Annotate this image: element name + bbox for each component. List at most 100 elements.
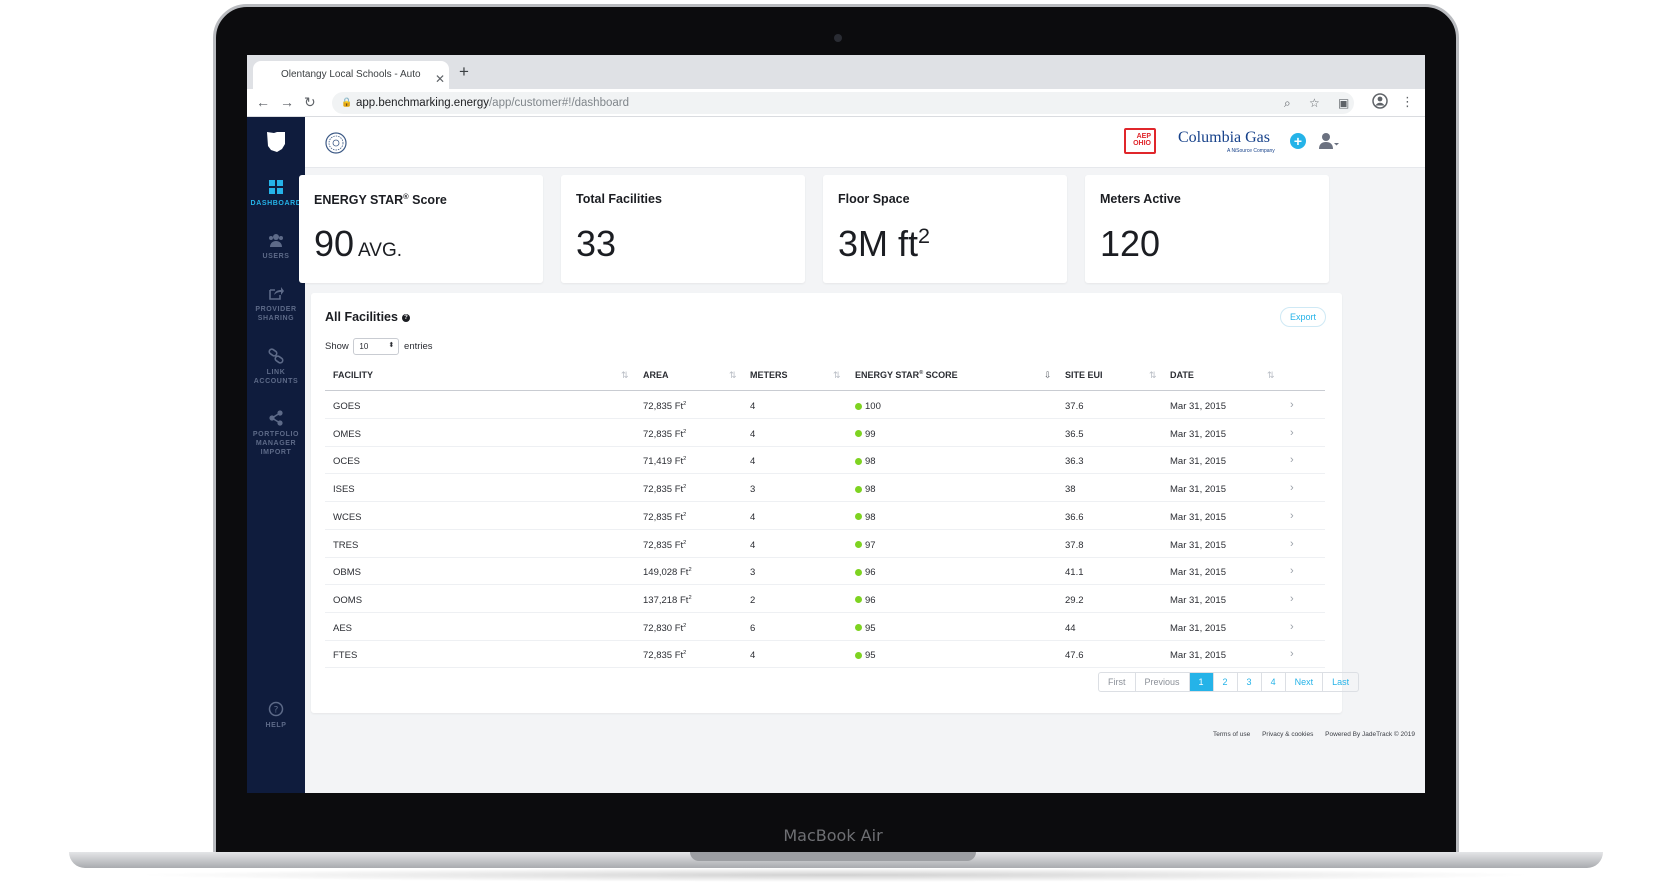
cell-facility: OBMS [333,567,361,579]
privacy-link[interactable]: Privacy & cookies [1262,731,1313,738]
stat-card-meters-active: Meters Active 120 [1085,175,1329,283]
page-button-next[interactable]: Next [1284,673,1323,691]
page-button-1[interactable]: 1 [1188,673,1213,691]
cell-facility: OOMS [333,594,363,606]
sort-icon[interactable]: ⇅ [833,370,841,381]
sort-icon[interactable]: ⇅ [1149,370,1157,381]
table-row[interactable]: AES 72,830 Ft2 6 95 44 Mar 31, 2015 › [325,613,1325,641]
back-arrow-icon[interactable]: ← [256,94,270,110]
bookmark-star-icon[interactable]: ☆ [1309,96,1320,110]
stat-value: 90 AVG. [314,223,403,264]
browser-tab[interactable]: Olentangy Local Schools - Auto ✕ [253,61,449,89]
sidebar-item-label: PORTFOLIO MANAGER IMPORT [252,431,300,456]
cell-site-eui: 38 [1065,484,1076,496]
sidebar-item-provider-sharing[interactable]: PROVIDER SHARING [247,285,305,323]
sidebar-item-label: PROVIDER SHARING [255,306,297,322]
profile-icon[interactable] [1372,93,1388,113]
sort-icon[interactable]: ⇅ [1267,370,1275,381]
table-row[interactable]: TRES 72,835 Ft2 4 97 37.8 Mar 31, 2015 › [325,530,1325,558]
stat-value: 3M ft2 [838,223,931,264]
cell-facility: GOES [333,401,361,412]
chevron-right-icon[interactable]: › [1290,427,1294,439]
chevron-right-icon[interactable]: › [1290,538,1294,550]
customer-seal-icon[interactable] [325,132,347,154]
share-nodes-icon [269,410,283,426]
entries-select[interactable]: 10 ⬍ [353,338,400,355]
cell-site-eui: 29.2 [1065,594,1084,606]
sidebar-item-portfolio-manager-import[interactable]: PORTFOLIO MANAGER IMPORT [247,410,305,457]
menu-kebab-icon[interactable]: ⋮ [1401,94,1414,110]
aep-ohio-logo[interactable]: AEP OHIO [1124,128,1156,154]
sort-icon[interactable]: ⇅ [621,370,629,381]
chevron-right-icon[interactable]: › [1290,648,1294,660]
page-button-4[interactable]: 4 [1260,673,1285,691]
footer-links: Terms of use Privacy & cookies Powered B… [1203,731,1415,738]
share-arrow-icon [269,287,284,300]
stat-title: Total Facilities [576,192,662,206]
page-button-last[interactable]: Last [1322,673,1358,691]
cell-date: Mar 31, 2015 [1170,650,1226,662]
pagination: First Previous 1 2 3 4 Next Last [1098,672,1360,692]
sidebar-item-dashboard[interactable]: DASHBOARD [247,179,305,208]
zoom-icon[interactable]: ⌕ [1284,96,1291,110]
table-row[interactable]: ISES 72,835 Ft2 3 98 38 Mar 31, 2015 › [325,474,1325,503]
column-header-meters[interactable]: METERS [750,370,788,380]
chevron-right-icon[interactable]: › [1290,621,1294,633]
new-tab-icon[interactable]: + [459,63,469,81]
column-header-site-eui[interactable]: SITE EUI [1065,370,1103,380]
tab-close-icon[interactable]: ✕ [435,73,445,85]
column-header-facility[interactable]: FACILITY [333,370,373,380]
cell-facility: AES [333,622,353,634]
sort-desc-icon[interactable]: ⇩ [1044,370,1052,381]
svg-text:?: ? [274,706,279,716]
camera-icon[interactable]: ▣ [1338,96,1349,110]
cell-energy-star-score: 95 [855,623,876,634]
stat-value: 33 [576,223,617,264]
add-provider-button[interactable]: + [1290,133,1306,149]
chevron-right-icon[interactable]: › [1290,565,1294,577]
forward-arrow-icon[interactable]: → [280,94,294,110]
cell-area: 72,835 Ft2 [643,511,687,523]
sidebar-item-users[interactable]: USERS [247,232,305,261]
chevron-right-icon[interactable]: › [1290,510,1294,522]
table-row[interactable]: FTES 72,835 Ft2 4 95 47.6 Mar 31, 2015 › [325,640,1325,669]
sidebar-item-help[interactable]: ? HELP [247,701,305,730]
table-row[interactable]: OCES 71,419 Ft2 4 98 36.3 Mar 31, 2015 › [325,446,1325,475]
user-menu-icon[interactable] [1317,130,1339,152]
chevron-right-icon[interactable]: › [1290,593,1294,605]
chevron-right-icon[interactable]: › [1290,454,1294,466]
table-row[interactable]: OBMS 149,028 Ft2 3 96 41.1 Mar 31, 2015 › [325,557,1325,586]
table-row[interactable]: WCES 72,835 Ft2 4 98 36.6 Mar 31, 2015 › [325,502,1325,530]
cell-facility: TRES [333,539,359,551]
column-header-date[interactable]: DATE [1170,370,1194,380]
stat-value: 120 [1100,223,1161,264]
cell-date: Mar 31, 2015 [1170,484,1226,496]
terms-link[interactable]: Terms of use [1213,731,1250,738]
table-row[interactable]: GOES 72,835 Ft2 4 100 37.6 Mar 31, 2015 › [325,391,1325,419]
reload-icon[interactable]: ↻ [304,94,316,110]
webcam [834,34,842,42]
page-button-first[interactable]: First [1099,673,1134,691]
chevron-right-icon[interactable]: › [1290,482,1294,494]
column-header-energy-star-score[interactable]: ENERGY STAR® SCORE [855,370,958,380]
page-button-3[interactable]: 3 [1236,673,1261,691]
page-button-2[interactable]: 2 [1212,673,1237,691]
column-header-area[interactable]: AREA [643,370,669,380]
cell-facility: ISES [333,484,355,496]
table-row[interactable]: OOMS 137,218 Ft2 2 96 29.2 Mar 31, 2015 › [325,585,1325,613]
page-button-previous[interactable]: Previous [1134,673,1189,691]
help-question-icon[interactable]: ? [401,313,410,322]
url-input[interactable]: 🔒 app.benchmarking.energy/app/customer#!… [332,92,1354,114]
sidebar-item-link-accounts[interactable]: LINK ACCOUNTS [247,348,305,386]
sort-icon[interactable]: ⇅ [729,370,737,381]
cell-meters: 3 [750,567,756,579]
sidebar-item-label: USERS [262,253,290,260]
cell-date: Mar 31, 2015 [1170,622,1226,634]
score-status-dot [855,541,862,548]
show-label: Show [325,341,349,353]
chevron-right-icon[interactable]: › [1290,399,1294,411]
table-row[interactable]: OMES 72,835 Ft2 4 99 36.5 Mar 31, 2015 › [325,419,1325,447]
export-button[interactable]: Export [1280,307,1326,327]
columbia-gas-logo[interactable]: Columbia Gas [1178,129,1270,147]
ohio-state-logo-icon[interactable] [265,130,287,154]
